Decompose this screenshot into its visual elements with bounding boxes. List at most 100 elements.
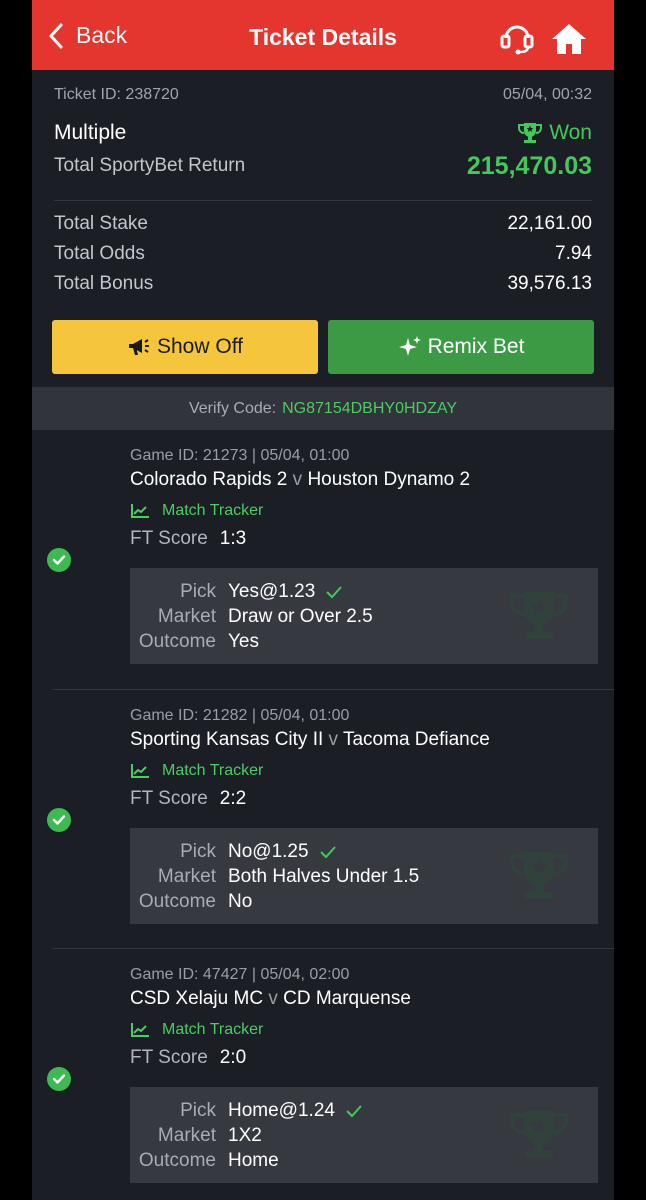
pick-details: Pick Home@1.24 Market 1X2 Outcome Home — [130, 1087, 598, 1183]
trophy-icon — [510, 852, 568, 899]
ft-score-value: 1:3 — [219, 528, 247, 549]
status-label: Won — [549, 121, 592, 144]
verify-code[interactable]: NG87154DBHY0HDZAY — [282, 400, 457, 418]
market-label: Market — [157, 605, 216, 627]
ticket-details-screen: Back Ticket Details Ticket ID: 238720 05… — [32, 0, 614, 1200]
check-circle-icon — [47, 808, 71, 832]
checkmark-icon — [326, 585, 343, 598]
market-label: Market — [157, 865, 216, 887]
versus: v — [292, 469, 303, 490]
chart-icon — [131, 1023, 149, 1037]
event-item: Game ID: 21282 | 05/04, 01:00 Sporting K… — [47, 689, 614, 948]
market-value: Draw or Over 2.5 — [228, 605, 373, 627]
ticket-summary: Ticket ID: 238720 05/04, 00:32 Multiple … — [32, 70, 614, 299]
outcome-label: Outcome — [138, 890, 216, 912]
outcome-value: No — [228, 890, 253, 912]
pick-value: Yes@1.23 — [228, 580, 316, 602]
pick-details: Pick Yes@1.23 Market Draw or Over 2.5 Outc… — [130, 568, 598, 664]
ft-score-value: 2:2 — [219, 788, 247, 809]
checkmark-icon — [319, 845, 336, 858]
match-teams: Sporting Kansas City II v Tacoma Defianc… — [130, 729, 598, 757]
match-tracker-link[interactable]: Match Tracker — [130, 1016, 598, 1044]
event-item: Game ID: 47427 | 05/04, 02:00 CSD Xelaju… — [47, 948, 614, 1200]
versus: v — [268, 988, 278, 1009]
pick-value: No@1.25 — [228, 840, 309, 862]
ticket-datetime: 05/04, 00:32 — [503, 86, 592, 103]
ft-score-label: FT Score — [130, 528, 208, 549]
event-item: Game ID: 21273 | 05/04, 01:00 Colorado R… — [32, 430, 614, 689]
ft-score-label: FT Score — [130, 1047, 208, 1068]
match-teams: Colorado Rapids 2 v Houston Dynamo 2 — [130, 469, 598, 497]
market-value: 1X2 — [228, 1124, 262, 1146]
divider — [54, 200, 592, 201]
show-off-button[interactable]: Show Off — [52, 320, 318, 374]
back-label: Back — [76, 22, 128, 48]
home-team: CSD Xelaju MC — [130, 988, 264, 1009]
ft-score-value: 2:0 — [219, 1047, 247, 1068]
pick-label: Pick — [180, 840, 216, 862]
match-tracker-label: Match Tracker — [162, 762, 264, 779]
odds-label: Total Odds — [54, 243, 145, 264]
trophy-icon — [510, 1111, 568, 1158]
match-tracker-label: Match Tracker — [162, 1021, 264, 1038]
match-tracker-link[interactable]: Match Tracker — [130, 757, 598, 785]
bonus-label: Total Bonus — [54, 273, 154, 294]
remix-label: Remix Bet — [427, 335, 525, 358]
game-id: Game ID: 21282 | 05/04, 01:00 — [130, 707, 350, 724]
headset-icon[interactable] — [498, 20, 536, 61]
remix-bet-button[interactable]: Remix Bet — [328, 320, 594, 374]
event-list: Game ID: 21273 | 05/04, 01:00 Colorado R… — [32, 430, 614, 1200]
trophy-icon — [510, 592, 568, 639]
verify-code-bar: Verify Code: NG87154DBHY0HDZAY — [32, 387, 614, 430]
return-value: 215,470.03 — [466, 151, 592, 180]
home-team: Sporting Kansas City II — [130, 729, 324, 750]
ticket-id: Ticket ID: 238720 — [54, 86, 179, 103]
show-off-label: Show Off — [157, 335, 243, 358]
trophy-icon — [518, 123, 543, 143]
ft-score: FT Score 2:2 — [130, 785, 598, 820]
home-team: Colorado Rapids 2 — [130, 469, 288, 490]
pick-details: Pick No@1.25 Market Both Halves Under 1.5 … — [130, 828, 598, 924]
checkmark-icon — [346, 1104, 362, 1117]
status-badge: Won — [517, 121, 592, 145]
ft-score: FT Score 2:0 — [130, 1044, 598, 1079]
return-label: Total SportyBet Return — [54, 155, 246, 176]
chart-icon — [131, 504, 149, 518]
sparkle-icon — [398, 336, 421, 356]
check-circle-icon — [47, 548, 71, 572]
versus: v — [328, 729, 339, 750]
away-team: Houston Dynamo 2 — [307, 469, 471, 490]
check-circle-icon — [47, 1067, 71, 1091]
pick-label: Pick — [180, 1099, 216, 1121]
away-team: Tacoma Defiance — [342, 729, 490, 750]
pick-label: Pick — [180, 580, 216, 602]
home-icon[interactable] — [550, 22, 588, 61]
pick-value: Home@1.24 — [228, 1099, 335, 1121]
market-value: Both Halves Under 1.5 — [228, 865, 420, 887]
action-buttons: Show Off Remix Bet — [32, 320, 614, 374]
chart-icon — [131, 764, 149, 778]
ft-score-label: FT Score — [130, 788, 208, 809]
chevron-left-icon — [49, 23, 63, 48]
outcome-label: Outcome — [138, 630, 216, 652]
megaphone-icon — [129, 339, 149, 355]
stake-label: Total Stake — [54, 213, 148, 234]
market-label: Market — [157, 1124, 216, 1146]
outcome-label: Outcome — [138, 1149, 216, 1171]
back-button[interactable]: Back — [48, 22, 127, 49]
game-id: Game ID: 21273 | 05/04, 01:00 — [130, 447, 350, 464]
top-bar: Back Ticket Details — [32, 0, 614, 70]
outcome-value: Home — [228, 1149, 279, 1171]
ft-score: FT Score 1:3 — [130, 525, 598, 560]
away-team: CD Marquense — [283, 988, 411, 1009]
verify-label: Verify Code: — [188, 399, 277, 417]
outcome-value: Yes — [228, 630, 259, 652]
bonus-value: 39,576.13 — [507, 273, 592, 294]
game-id: Game ID: 47427 | 05/04, 02:00 — [130, 966, 350, 983]
stake-value: 22,161.00 — [507, 213, 592, 234]
match-tracker-link[interactable]: Match Tracker — [130, 497, 598, 525]
match-teams: CSD Xelaju MC v CD Marquense — [130, 988, 598, 1016]
odds-value: 7.94 — [555, 243, 592, 264]
match-tracker-label: Match Tracker — [162, 502, 264, 519]
bet-type: Multiple — [54, 121, 127, 144]
